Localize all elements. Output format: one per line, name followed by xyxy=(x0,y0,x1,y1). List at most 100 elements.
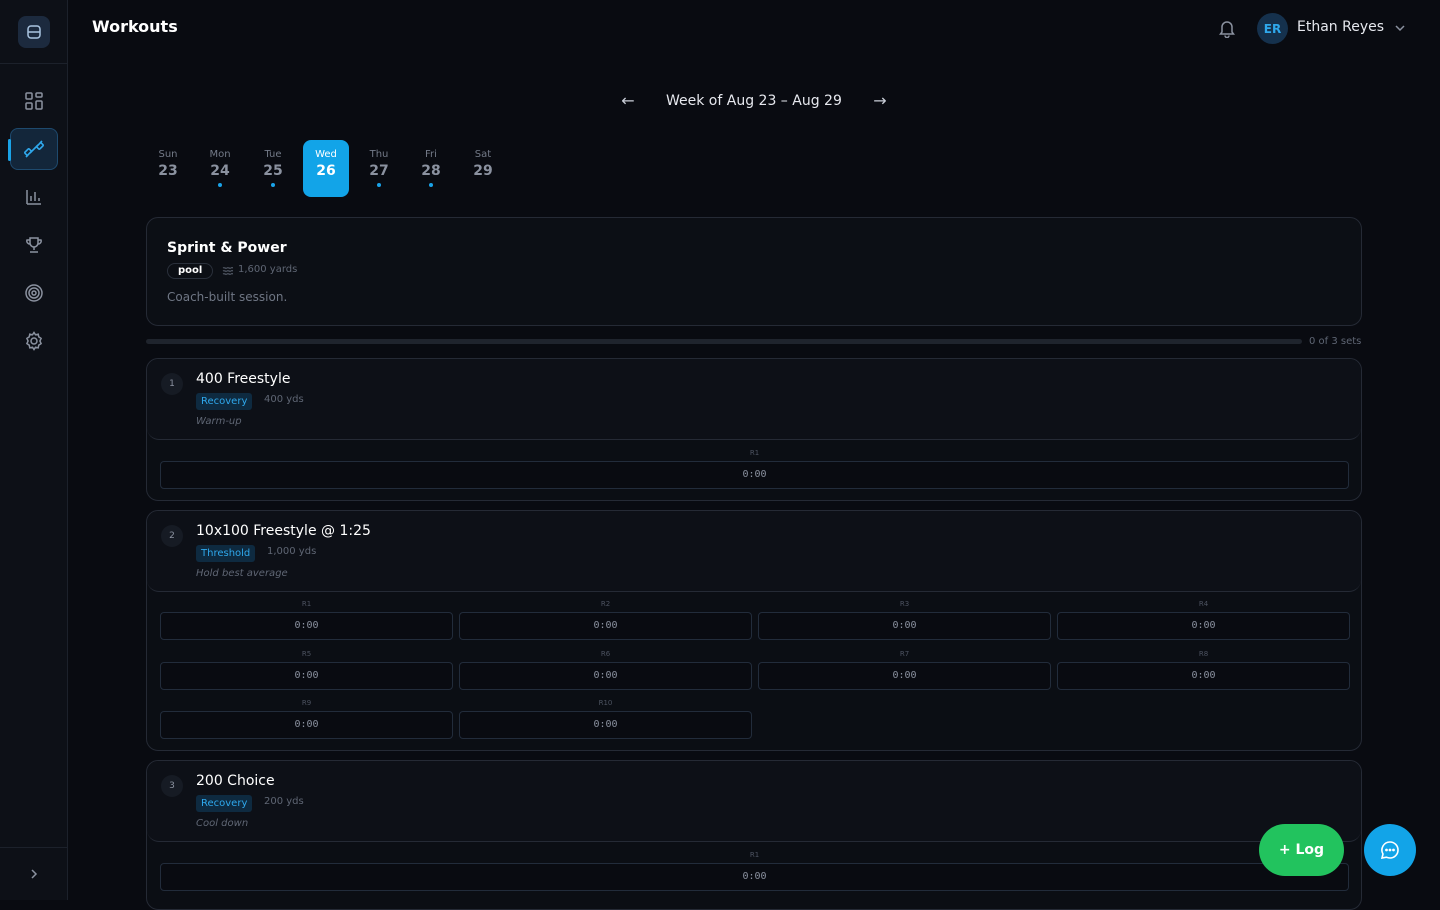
day-sun[interactable]: Sun 23 xyxy=(145,140,191,197)
log-button[interactable]: + Log xyxy=(1259,824,1344,876)
rep-label: R1 xyxy=(749,449,760,457)
set-block: 1 400 Freestyle Recovery 400 yds Warm-up R1 0:… xyxy=(146,358,1362,501)
previous-week-button[interactable]: ← xyxy=(617,90,639,112)
day-name: Thu xyxy=(369,149,389,160)
day-name: Sat xyxy=(474,149,492,160)
expand-sidebar-button[interactable] xyxy=(22,862,46,886)
set-yards: 200 yds xyxy=(264,796,304,807)
set-block: 2 10x100 Freestyle @ 1:25 Threshold 1,000 y… xyxy=(146,510,1362,751)
page-title: Workouts xyxy=(92,17,178,36)
day-name: Fri xyxy=(425,149,437,160)
notifications-button[interactable] xyxy=(1215,16,1239,40)
rep-label: R9 xyxy=(301,699,312,707)
workout-type-tag: pool xyxy=(167,263,214,279)
day-wed[interactable]: Wed 26 xyxy=(303,140,349,197)
set-yards: 400 yds xyxy=(264,394,304,405)
day-name: Mon xyxy=(209,149,231,160)
rep-time-input[interactable]: 0:00 xyxy=(160,461,1349,489)
rep-time-input[interactable]: 0:00 xyxy=(160,711,453,739)
rep-field: R1 0:00 xyxy=(160,449,1349,489)
day-number: 28 xyxy=(421,163,441,179)
set-name: 200 Choice xyxy=(196,773,275,789)
sidebar-item-trophies[interactable] xyxy=(10,224,58,266)
zone-badge: Recovery xyxy=(196,795,253,812)
workout-note: Coach-built session. xyxy=(167,290,288,304)
rep-time-input[interactable]: 0:00 xyxy=(459,661,752,690)
sidebar-item-analytics[interactable] xyxy=(10,176,58,218)
day-tue[interactable]: Tue 25 xyxy=(250,140,296,197)
zone-badge: Threshold xyxy=(196,545,256,562)
rep-label: R8 xyxy=(1198,649,1209,658)
workouts-icon xyxy=(24,140,44,158)
avatar[interactable]: ER xyxy=(1257,13,1288,44)
dashboard-icon xyxy=(25,92,43,110)
rep-field: R6 0:00 xyxy=(459,650,752,690)
sidebar-divider-bottom xyxy=(0,847,67,848)
rep-field: R2 0:00 xyxy=(459,600,752,640)
day-number: 24 xyxy=(210,163,230,179)
rep-time-input[interactable]: 0:00 xyxy=(459,711,752,739)
set-header: 3 200 Choice Recovery 200 yds Cool down xyxy=(147,761,1361,842)
rep-time-input[interactable]: 0:00 xyxy=(1057,661,1350,690)
chevron-right-icon xyxy=(31,869,38,879)
day-sat[interactable]: Sat 29 xyxy=(460,140,506,197)
rep-field: R7 0:00 xyxy=(758,650,1051,690)
workout-dot xyxy=(429,183,433,187)
workout-dot xyxy=(218,183,222,187)
workout-dot xyxy=(377,183,381,187)
chat-button[interactable] xyxy=(1364,824,1416,876)
bell-icon xyxy=(1219,21,1235,38)
day-name: Wed xyxy=(315,149,337,160)
analytics-icon xyxy=(26,190,41,205)
sets-progress-label: 0 of 3 sets xyxy=(1309,336,1362,347)
user-name[interactable]: Ethan Reyes xyxy=(1297,19,1384,35)
settings-icon xyxy=(25,331,43,351)
set-number: 2 xyxy=(161,525,183,547)
rep-label: R2 xyxy=(600,600,611,608)
rep-time-input[interactable]: 0:00 xyxy=(160,661,453,690)
rep-time-input[interactable]: 0:00 xyxy=(1057,612,1350,640)
day-number: 27 xyxy=(369,163,389,179)
sidebar-item-workouts[interactable] xyxy=(8,128,58,170)
day-number: 25 xyxy=(263,163,283,179)
day-fri[interactable]: Fri 28 xyxy=(408,140,454,197)
rep-label: R4 xyxy=(1198,600,1209,608)
app-logo-icon[interactable] xyxy=(18,16,50,48)
set-name: 10x100 Freestyle @ 1:25 xyxy=(196,523,371,539)
workout-summary-card: Sprint & Power pool 1,600 yards Coach-bu… xyxy=(146,217,1362,326)
chevron-down-icon[interactable] xyxy=(1392,20,1408,36)
rep-field: R1 0:00 xyxy=(160,851,1349,891)
rep-field: R1 0:00 xyxy=(160,600,453,640)
sets-progress-bar xyxy=(146,339,1302,344)
rep-time-input[interactable]: 0:00 xyxy=(758,661,1051,690)
day-number: 23 xyxy=(158,163,178,179)
rep-label: R1 xyxy=(301,600,312,608)
rep-label: R3 xyxy=(899,600,910,608)
set-yards: 1,000 yds xyxy=(267,546,317,557)
day-mon[interactable]: Mon 24 xyxy=(197,140,243,197)
workout-title: Sprint & Power xyxy=(167,240,287,256)
chat-icon xyxy=(1380,841,1399,860)
rep-label: R10 xyxy=(598,699,613,707)
zone-badge: Recovery xyxy=(196,393,253,410)
sidebar-divider xyxy=(0,63,67,64)
day-thu[interactable]: Thu 27 xyxy=(356,140,402,197)
day-number: 26 xyxy=(316,163,336,179)
sidebar-item-dashboard[interactable] xyxy=(10,80,58,122)
sidebar-item-settings[interactable] xyxy=(10,320,58,362)
trophy-icon xyxy=(26,237,42,253)
rep-time-input[interactable]: 0:00 xyxy=(160,612,453,640)
set-note: Cool down xyxy=(196,818,249,829)
rep-label: R6 xyxy=(600,649,611,658)
rep-time-input[interactable]: 0:00 xyxy=(160,863,1349,891)
set-header: 1 400 Freestyle Recovery 400 yds Warm-up xyxy=(147,359,1361,440)
rep-label: R7 xyxy=(899,649,910,658)
rep-time-input[interactable]: 0:00 xyxy=(758,612,1051,640)
rep-field: R3 0:00 xyxy=(758,600,1051,640)
set-name: 400 Freestyle xyxy=(196,371,291,387)
waves-icon xyxy=(222,267,234,275)
rep-time-input[interactable]: 0:00 xyxy=(459,612,752,640)
sidebar-item-goals[interactable] xyxy=(10,272,58,314)
rep-field: R10 0:00 xyxy=(459,699,752,739)
next-week-button[interactable]: → xyxy=(869,90,891,112)
